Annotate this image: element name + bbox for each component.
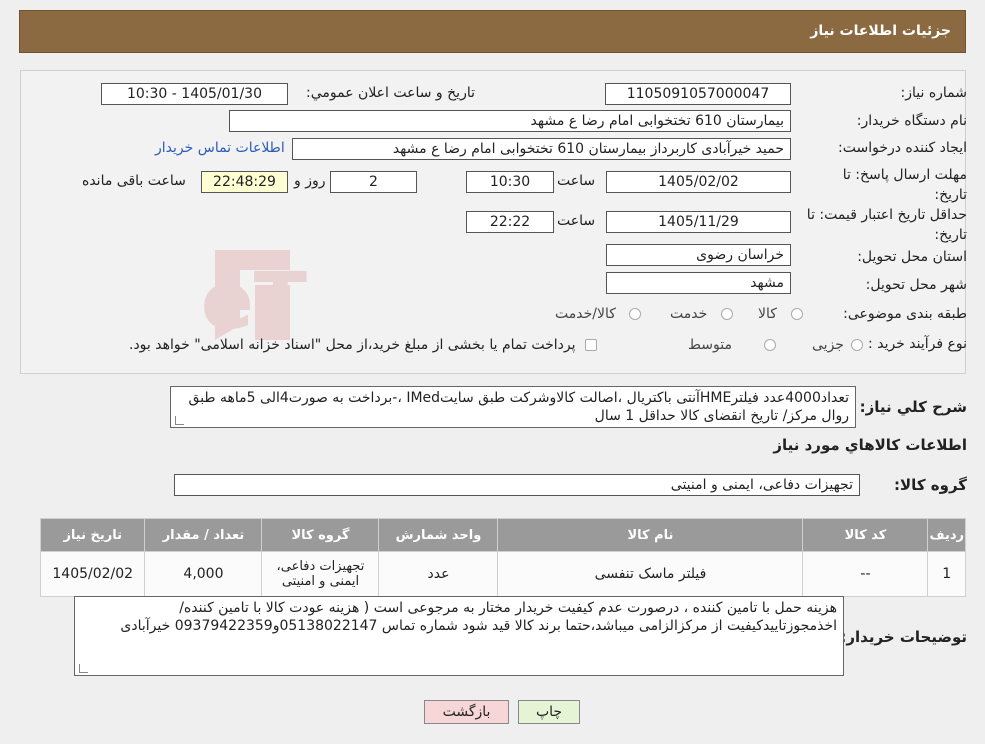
- city-label: شهر محل تحویل:: [865, 277, 967, 293]
- resize-handle-icon[interactable]: [175, 416, 184, 425]
- page-title: جزئیات اطلاعات نیاز: [810, 23, 951, 39]
- province-field[interactable]: خراسان رضوی: [606, 244, 791, 266]
- category-goods-service-label: کالا/خدمت: [555, 306, 616, 322]
- process-type-label: نوع فرآیند خرید :: [868, 336, 967, 352]
- print-button[interactable]: چاپ: [518, 700, 580, 724]
- summary-label: شرح کلي نياز:: [859, 398, 967, 416]
- cell-code: --: [802, 551, 929, 597]
- cell-group: تجهیزات دفاعی، ایمنی و امنیتی: [261, 551, 380, 597]
- category-service-radio[interactable]: [721, 308, 733, 320]
- days-label: روز و: [294, 173, 326, 189]
- announce-label: تاریخ و ساعت اعلان عمومي:: [306, 85, 475, 101]
- cell-date: 1405/02/02: [39, 551, 146, 597]
- process-minor-radio[interactable]: [851, 339, 863, 351]
- resize-handle-icon[interactable]: [79, 664, 88, 673]
- category-goods-service-radio[interactable]: [629, 308, 641, 320]
- validity-time-field[interactable]: 22:22: [466, 211, 554, 233]
- cell-row: 1: [927, 551, 966, 597]
- validity-date-field[interactable]: 1405/11/29: [606, 211, 791, 233]
- summary-textarea[interactable]: تعداد4000عدد فیلترHMEآنتی باکتریال ،اصال…: [170, 386, 856, 428]
- col-name-header: نام کالا: [497, 518, 804, 552]
- watermark-text: AriaTender.neT: [195, 257, 307, 347]
- buyer-notes-text: هزینه حمل با تامین کننده ، درصورت عدم کی…: [120, 600, 837, 634]
- need-number-label: شماره نیاز:: [900, 85, 968, 101]
- validity-label: حداقل تاریخ اعتبار قیمت: تا تاریخ:: [806, 207, 967, 243]
- category-service-label: خدمت: [670, 306, 708, 322]
- col-unit-header: واحد شمارش: [378, 518, 499, 552]
- deadline-label: مهلت ارسال پاسخ: تا تاریخ:: [842, 167, 967, 203]
- creator-field[interactable]: حمید خیرآبادی کاربرداز بیمارستان 610 تخت…: [292, 138, 791, 160]
- process-minor-label: جزیی: [812, 337, 844, 353]
- process-note: پرداخت تمام یا بخشی از مبلغ خرید،از محل …: [129, 337, 576, 353]
- process-medium-label: متوسط: [688, 337, 732, 353]
- col-group-header: گروه کالا: [261, 518, 380, 552]
- col-code-header: کد کالا: [802, 518, 929, 552]
- treasury-payment-checkbox[interactable]: [585, 339, 597, 351]
- category-goods-radio[interactable]: [791, 308, 803, 320]
- cell-unit: عدد: [378, 551, 499, 597]
- need-number-field[interactable]: 1105091057000047: [605, 83, 791, 105]
- summary-text: تعداد4000عدد فیلترHMEآنتی باکتریال ،اصال…: [188, 390, 849, 424]
- buyer-notes-label: توضیحات خریدار:: [840, 628, 967, 646]
- process-medium-radio[interactable]: [764, 339, 776, 351]
- table-header-row: ردیف کد کالا نام کالا واحد شمارش گروه کا…: [39, 518, 966, 552]
- buyer-contact-link[interactable]: اطلاعات تماس خریدار: [155, 140, 285, 156]
- validity-time-label: ساعت: [557, 213, 596, 229]
- cell-qty: 4,000: [144, 551, 263, 597]
- deadline-date-field[interactable]: 1405/02/02: [606, 171, 791, 193]
- goods-section-title: اطلاعات کالاهاي مورد نياز: [773, 436, 967, 454]
- deadline-time-field[interactable]: 10:30: [466, 171, 554, 193]
- table-row[interactable]: 1 -- فیلتر ماسک تنفسی عدد تجهیزات دفاعی،…: [39, 551, 966, 597]
- remaining-time-label: ساعت باقی مانده: [82, 173, 186, 189]
- buyer-org-label: نام دستگاه خریدار:: [856, 113, 967, 129]
- province-label: استان محل تحویل:: [857, 249, 967, 265]
- col-date-header: تاریخ نیاز: [39, 518, 146, 552]
- col-qty-header: تعداد / مقدار: [144, 518, 263, 552]
- goods-group-label: گروه کالا:: [894, 476, 967, 494]
- buyer-org-field[interactable]: بیمارستان 610 تختخوابی امام رضا ع مشهد: [229, 110, 791, 132]
- remaining-time-field[interactable]: 22:48:29: [201, 171, 288, 193]
- items-table: ردیف کد کالا نام کالا واحد شمارش گروه کا…: [39, 518, 966, 597]
- back-button[interactable]: بازگشت: [424, 700, 509, 724]
- city-field[interactable]: مشهد: [606, 272, 791, 294]
- announce-datetime-field[interactable]: 1405/01/30 - 10:30: [101, 83, 288, 105]
- days-remaining-field[interactable]: 2: [330, 171, 417, 193]
- page-header: جزئیات اطلاعات نیاز: [19, 10, 966, 53]
- col-row-header: ردیف: [927, 518, 966, 552]
- cell-name: فیلتر ماسک تنفسی: [497, 551, 804, 597]
- category-goods-label: کالا: [758, 306, 777, 322]
- category-label: طبقه بندی موضوعی:: [843, 306, 967, 322]
- goods-group-field[interactable]: تجهیزات دفاعی، ایمنی و امنیتی: [174, 474, 860, 496]
- buyer-notes-textarea[interactable]: هزینه حمل با تامین کننده ، درصورت عدم کی…: [74, 596, 844, 676]
- creator-label: ایجاد کننده درخواست:: [838, 140, 967, 156]
- deadline-time-label: ساعت: [557, 173, 596, 189]
